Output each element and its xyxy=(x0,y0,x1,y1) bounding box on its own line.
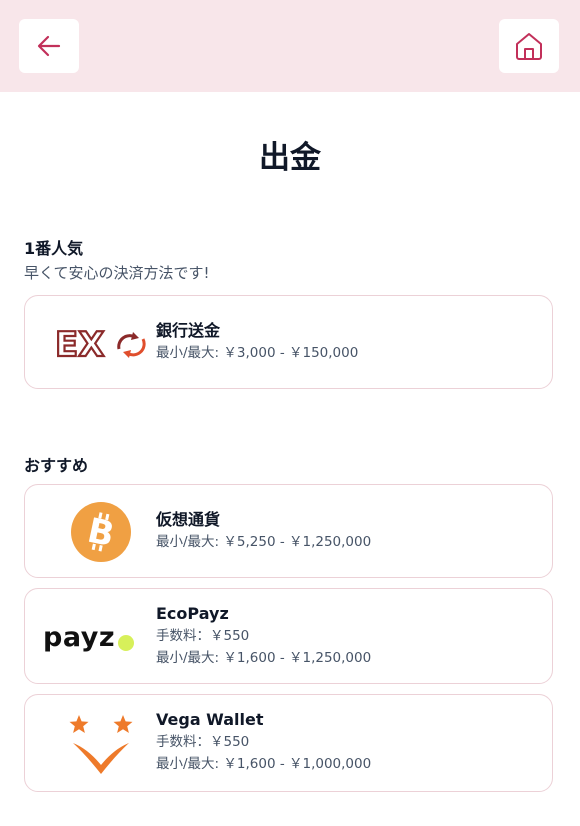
top-bar xyxy=(0,0,580,92)
vega-wallet-logo xyxy=(39,695,163,793)
method-limits: 最小/最大: ￥5,250 - ￥1,250,000 xyxy=(156,534,372,550)
vega-stars-icon xyxy=(69,715,133,774)
payment-method-card-vega-wallet[interactable]: Vega Wallet 手数料：￥550 最小/最大: ￥1,600 - ￥1,… xyxy=(24,694,553,792)
method-fee: 手数料：￥550 xyxy=(156,734,250,750)
method-limits: 最小/最大: ￥1,600 - ￥1,000,000 xyxy=(156,756,372,772)
method-name: EcoPayz xyxy=(156,604,229,623)
method-name: 銀行送金 xyxy=(156,321,221,340)
section-title-popular: 1番人気 xyxy=(24,239,84,258)
method-name: 仮想通貨 xyxy=(156,510,221,529)
card-info: EcoPayz 手数料：￥550 最小/最大: ￥1,600 - ￥1,250,… xyxy=(156,603,371,669)
payment-method-card-ecopayz[interactable]: payz EcoPayz 手数料：￥550 最小/最大: ￥1,600 - ￥1… xyxy=(24,588,553,684)
exchange-arrows-icon: EX xyxy=(54,324,146,363)
crypto-logo: B xyxy=(39,485,163,579)
method-limits: 最小/最大: ￥3,000 - ￥150,000 xyxy=(156,345,359,361)
payment-method-card-bank-transfer[interactable]: EX 銀行送金 最小/最大: ￥3,000 - ￥150,000 xyxy=(24,295,553,389)
card-info: 銀行送金 最小/最大: ￥3,000 - ￥150,000 xyxy=(156,320,358,364)
card-info: Vega Wallet 手数料：￥550 最小/最大: ￥1,600 - ￥1,… xyxy=(156,709,371,775)
arrow-left-icon xyxy=(37,35,61,57)
payz-logo-text: payz xyxy=(43,621,116,653)
method-limits: 最小/最大: ￥1,600 - ￥1,250,000 xyxy=(156,650,372,666)
bitcoin-icon: B xyxy=(71,502,131,562)
section-subtitle-popular: 早くて安心の決済方法です! xyxy=(24,264,210,282)
bank-logo-text: EX xyxy=(55,325,104,363)
home-icon xyxy=(516,33,542,60)
method-fee: 手数料：￥550 xyxy=(156,628,250,644)
page-title: 出金 xyxy=(259,140,321,176)
payz-dot-icon xyxy=(118,635,135,651)
back-button[interactable] xyxy=(19,19,79,73)
section-title-recommended: おすすめ xyxy=(24,456,89,475)
card-info: 仮想通貨 最小/最大: ￥5,250 - ￥1,250,000 xyxy=(156,509,371,553)
home-button[interactable] xyxy=(499,19,559,73)
bank-transfer-logo: EX xyxy=(39,296,163,390)
method-name: Vega Wallet xyxy=(156,710,264,729)
ecopayz-logo: payz xyxy=(43,589,167,685)
payment-method-card-crypto[interactable]: B 仮想通貨 最小/最大: ￥5,250 - ￥1,250,000 xyxy=(24,484,553,578)
